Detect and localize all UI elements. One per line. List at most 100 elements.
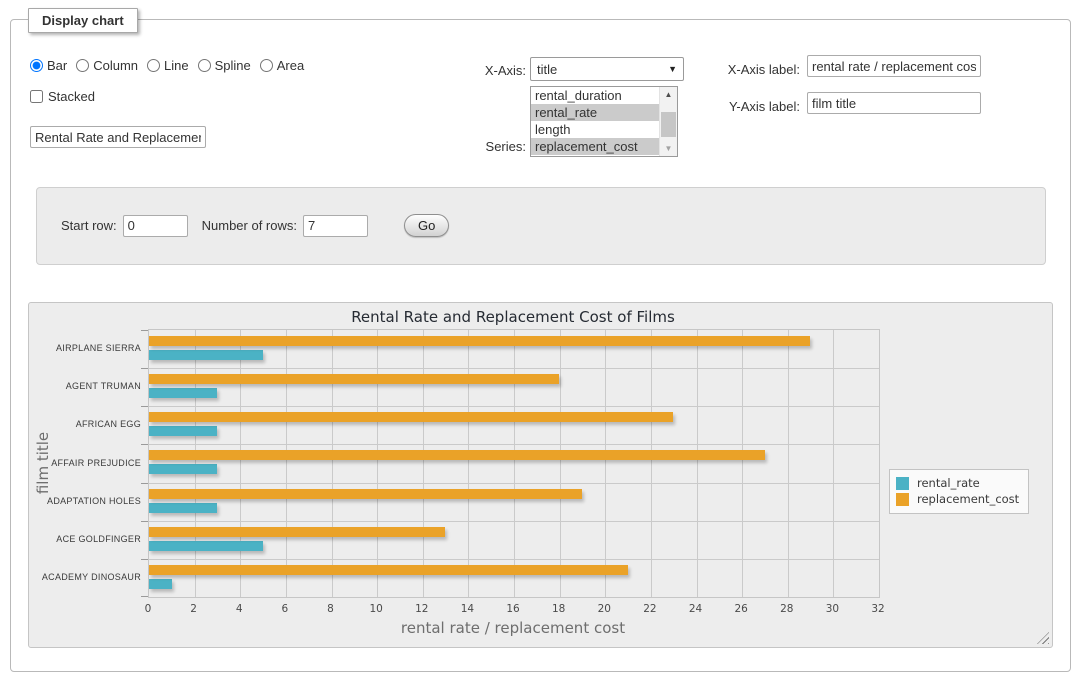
series-listbox[interactable]: rental_durationrental_ratelengthreplacem… — [530, 86, 678, 157]
num-rows-input[interactable] — [303, 215, 368, 237]
series-option-rental_rate[interactable]: rental_rate — [531, 104, 659, 121]
bar-rental_rate — [149, 426, 217, 436]
x-axis-label-field-label: X-Axis label: — [700, 62, 800, 77]
chart-type-spline[interactable]: Spline — [198, 58, 251, 73]
bar-replacement_cost — [149, 374, 559, 384]
y-axis-tick-mark — [141, 368, 148, 369]
panel-title: Display chart — [28, 8, 138, 33]
start-row-label: Start row: — [61, 218, 117, 233]
category-label: AIRPLANE SIERRA — [29, 343, 141, 353]
x-axis-label-input[interactable] — [807, 55, 981, 77]
chart-type-line-label: Line — [164, 58, 189, 73]
bar-rental_rate — [149, 541, 263, 551]
x-tick-label: 22 — [635, 603, 665, 615]
y-axis-tick-mark — [141, 444, 148, 445]
scroll-up-button[interactable]: ▲ — [660, 87, 677, 102]
bar-replacement_cost — [149, 565, 628, 575]
row-range-panel: Start row: Number of rows: Go — [36, 187, 1046, 265]
chart-type-radio-group: Bar Column Line Spline Area — [30, 58, 304, 73]
grid-line-vertical — [332, 330, 333, 597]
series-list-scrollbar[interactable]: ▲ ▼ — [659, 87, 677, 156]
bar-rental_rate — [149, 388, 217, 398]
stacked-option[interactable]: Stacked — [30, 89, 95, 104]
stacked-label: Stacked — [48, 89, 95, 104]
series-option-replacement_cost[interactable]: replacement_cost — [531, 138, 659, 155]
bar-replacement_cost — [149, 450, 765, 460]
grid-line-vertical — [240, 330, 241, 597]
series-field-label: Series: — [440, 139, 526, 154]
chart-type-area[interactable]: Area — [260, 58, 304, 73]
chart-type-column-label: Column — [93, 58, 138, 73]
chart-type-bar-label: Bar — [47, 58, 67, 73]
x-tick-label: 20 — [589, 603, 619, 615]
x-tick-label: 2 — [179, 603, 209, 615]
category-label: AFRICAN EGG — [29, 419, 141, 429]
grid-line-vertical — [423, 330, 424, 597]
category-label: AGENT TRUMAN — [29, 381, 141, 391]
chart-type-line-radio[interactable] — [147, 59, 160, 72]
start-row-input[interactable] — [123, 215, 188, 237]
x-tick-label: 14 — [452, 603, 482, 615]
legend-swatch-rental_rate — [896, 477, 909, 490]
category-label: AFFAIR PREJUDICE — [29, 458, 141, 468]
grid-line-horizontal — [149, 559, 879, 560]
y-axis-label-input[interactable] — [807, 92, 981, 114]
grid-line-vertical — [742, 330, 743, 597]
x-tick-label: 16 — [498, 603, 528, 615]
x-tick-label: 0 — [133, 603, 163, 615]
chart-type-area-radio[interactable] — [260, 59, 273, 72]
grid-line-horizontal — [149, 483, 879, 484]
grid-line-horizontal — [149, 368, 879, 369]
x-axis-select[interactable]: title ▼ — [530, 57, 684, 81]
y-axis-tick-mark — [141, 559, 148, 560]
chart-type-spline-label: Spline — [215, 58, 251, 73]
chart-resize-handle[interactable] — [1037, 632, 1049, 644]
grid-line-vertical — [468, 330, 469, 597]
grid-line-horizontal — [149, 521, 879, 522]
bar-replacement_cost — [149, 489, 582, 499]
chart-type-line[interactable]: Line — [147, 58, 189, 73]
x-axis-field-label: X-Axis: — [440, 63, 526, 78]
legend-label-rental_rate: rental_rate — [917, 476, 980, 490]
grid-line-vertical — [788, 330, 789, 597]
chart-title-input[interactable] — [30, 126, 206, 148]
series-option-rental_duration[interactable]: rental_duration — [531, 87, 659, 104]
bar-replacement_cost — [149, 527, 445, 537]
x-tick-label: 6 — [270, 603, 300, 615]
chart-type-column[interactable]: Column — [76, 58, 138, 73]
y-axis-tick-mark — [141, 330, 148, 331]
series-option-length[interactable]: length — [531, 121, 659, 138]
grid-line-horizontal — [149, 406, 879, 407]
chart-type-spline-radio[interactable] — [198, 59, 211, 72]
y-axis-label-field-label: Y-Axis label: — [700, 99, 800, 114]
scroll-down-button[interactable]: ▼ — [660, 141, 677, 156]
legend-item-rental_rate: rental_rate — [896, 476, 1019, 490]
chart-type-bar-radio[interactable] — [30, 59, 43, 72]
grid-line-vertical — [377, 330, 378, 597]
x-tick-label: 28 — [772, 603, 802, 615]
chart-x-axis-title: rental rate / replacement cost — [148, 619, 878, 637]
bar-rental_rate — [149, 464, 217, 474]
x-tick-label: 24 — [681, 603, 711, 615]
bar-replacement_cost — [149, 412, 673, 422]
chart-type-column-radio[interactable] — [76, 59, 89, 72]
legend-label-replacement_cost: replacement_cost — [917, 492, 1019, 506]
x-tick-label: 8 — [316, 603, 346, 615]
grid-line-vertical — [651, 330, 652, 597]
legend-swatch-replacement_cost — [896, 493, 909, 506]
x-tick-label: 18 — [544, 603, 574, 615]
stacked-checkbox[interactable] — [30, 90, 43, 103]
chart-type-bar[interactable]: Bar — [30, 58, 67, 73]
bar-rental_rate — [149, 503, 217, 513]
category-label: ACE GOLDFINGER — [29, 534, 141, 544]
x-tick-label: 4 — [224, 603, 254, 615]
x-tick-label: 26 — [726, 603, 756, 615]
y-axis-tick-mark — [141, 406, 148, 407]
grid-line-vertical — [286, 330, 287, 597]
go-button[interactable]: Go — [404, 214, 449, 237]
grid-line-vertical — [514, 330, 515, 597]
x-axis-selected-value: title — [537, 62, 557, 77]
scroll-thumb[interactable] — [661, 112, 676, 137]
grid-line-horizontal — [149, 444, 879, 445]
chart-type-area-label: Area — [277, 58, 304, 73]
